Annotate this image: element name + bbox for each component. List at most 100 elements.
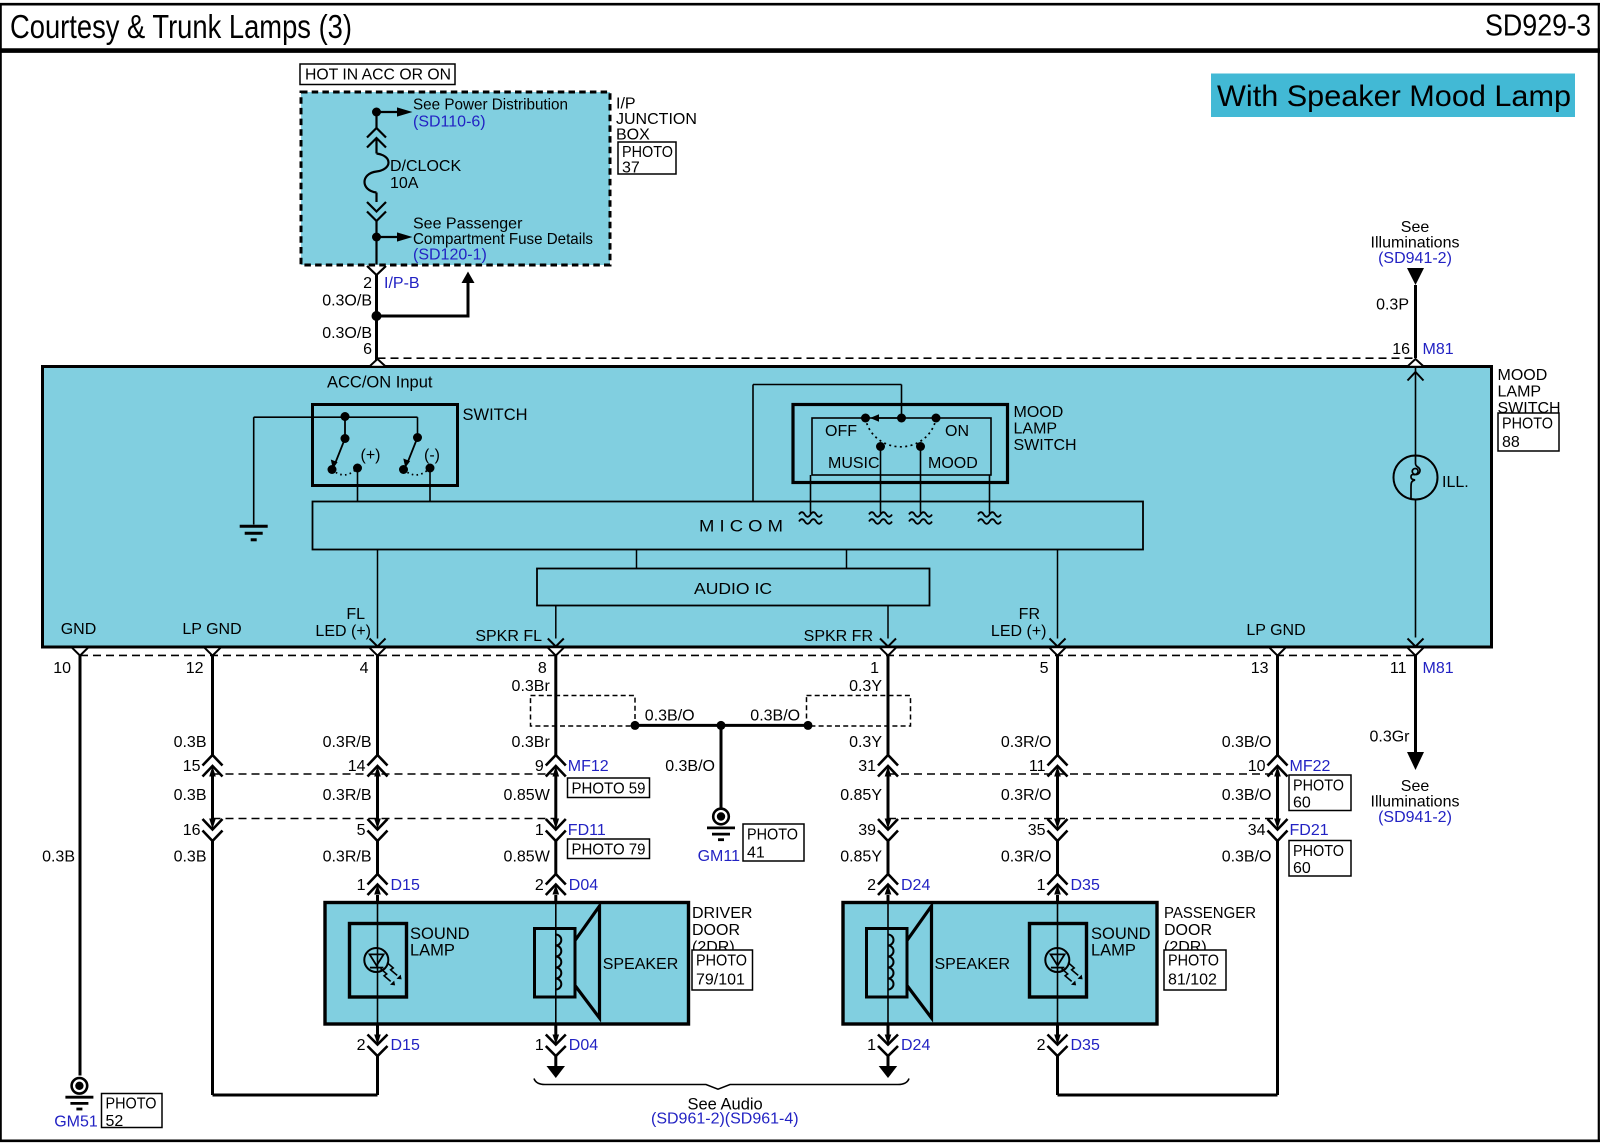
svg-text:0.3O/B: 0.3O/B xyxy=(322,325,372,342)
svg-text:D24: D24 xyxy=(901,877,930,894)
svg-text:ON: ON xyxy=(945,423,969,440)
svg-text:PASSENGER: PASSENGER xyxy=(1164,905,1256,922)
svg-text:I/P: I/P xyxy=(616,96,636,113)
svg-text:1: 1 xyxy=(535,822,544,839)
svg-text:0.85Y: 0.85Y xyxy=(840,787,882,804)
svg-text:1: 1 xyxy=(357,877,366,894)
svg-text:FL: FL xyxy=(346,606,365,623)
svg-text:M81: M81 xyxy=(1423,341,1454,358)
svg-text:15: 15 xyxy=(183,758,201,775)
svg-text:2: 2 xyxy=(1037,1037,1046,1054)
svg-text:GND: GND xyxy=(61,621,97,638)
svg-text:0.3R/O: 0.3R/O xyxy=(1001,787,1052,804)
svg-text:(-): (-) xyxy=(424,447,440,464)
svg-text:MF22: MF22 xyxy=(1290,758,1331,775)
svg-text:0.3B: 0.3B xyxy=(174,734,207,751)
svg-text:D04: D04 xyxy=(569,1037,598,1054)
svg-text:10: 10 xyxy=(53,660,71,677)
svg-text:LAMP: LAMP xyxy=(1014,421,1058,438)
svg-text:PHOTO: PHOTO xyxy=(106,1096,157,1113)
svg-text:0.3P: 0.3P xyxy=(1376,297,1409,314)
svg-text:88: 88 xyxy=(1502,434,1520,451)
svg-text:Illuminations: Illuminations xyxy=(1371,794,1460,811)
svg-text:11: 11 xyxy=(1029,758,1046,775)
svg-text:0.85Y: 0.85Y xyxy=(840,849,882,866)
svg-text:81/102: 81/102 xyxy=(1168,972,1217,989)
svg-text:Courtesy & Trunk Lamps (3): Courtesy & Trunk Lamps (3) xyxy=(10,8,352,45)
svg-text:MUSIC: MUSIC xyxy=(828,455,880,472)
svg-text:SPEAKER: SPEAKER xyxy=(603,956,679,973)
svg-text:ACC/ON Input: ACC/ON Input xyxy=(327,374,433,392)
svg-text:OFF: OFF xyxy=(825,423,857,440)
svg-text:GM51: GM51 xyxy=(54,1114,98,1131)
svg-text:41: 41 xyxy=(747,845,765,862)
svg-text:LED (+): LED (+) xyxy=(315,623,371,640)
svg-text:34: 34 xyxy=(1248,822,1266,839)
svg-text:PHOTO: PHOTO xyxy=(1293,843,1344,860)
svg-text:D/CLOCK: D/CLOCK xyxy=(390,158,461,175)
svg-text:D15: D15 xyxy=(391,1037,420,1054)
svg-text:MOOD: MOOD xyxy=(928,455,978,472)
svg-text:0.3Br: 0.3Br xyxy=(512,734,551,751)
svg-text:0.3R/O: 0.3R/O xyxy=(1001,849,1052,866)
svg-text:0.3B/O: 0.3B/O xyxy=(1222,849,1272,866)
svg-text:0.85W: 0.85W xyxy=(504,787,551,804)
svg-text:SOUND: SOUND xyxy=(1091,925,1151,943)
svg-text:60: 60 xyxy=(1293,795,1311,812)
svg-text:PHOTO: PHOTO xyxy=(1168,953,1219,970)
svg-text:0.3B/O: 0.3B/O xyxy=(750,708,800,725)
svg-text:52: 52 xyxy=(106,1113,124,1130)
svg-text:FD21: FD21 xyxy=(1290,822,1329,839)
svg-text:See: See xyxy=(1401,778,1430,795)
svg-text:I/P-B: I/P-B xyxy=(384,275,420,292)
svg-text:31: 31 xyxy=(858,758,876,775)
svg-text:PHOTO: PHOTO xyxy=(747,827,798,844)
svg-text:LAMP: LAMP xyxy=(410,942,455,960)
svg-text:4: 4 xyxy=(360,660,369,677)
svg-text:16: 16 xyxy=(1392,341,1410,358)
svg-text:9: 9 xyxy=(535,758,544,775)
svg-text:SWITCH: SWITCH xyxy=(1014,437,1077,454)
svg-text:PHOTO 79: PHOTO 79 xyxy=(572,842,646,859)
svg-text:60: 60 xyxy=(1293,860,1311,877)
svg-text:0.3R/O: 0.3R/O xyxy=(1001,734,1052,751)
svg-text:MOOD: MOOD xyxy=(1014,404,1064,421)
svg-text:M I C O M: M I C O M xyxy=(699,517,783,536)
svg-text:0.3O/B: 0.3O/B xyxy=(322,293,372,310)
svg-text:(SD120-1): (SD120-1) xyxy=(413,247,487,264)
svg-text:D04: D04 xyxy=(569,877,598,894)
svg-text:PHOTO: PHOTO xyxy=(622,144,673,161)
svg-text:M81: M81 xyxy=(1423,660,1454,677)
svg-text:AUDIO IC: AUDIO IC xyxy=(694,581,772,598)
svg-text:SPEAKER: SPEAKER xyxy=(935,956,1011,973)
svg-text:0.3B: 0.3B xyxy=(174,849,207,866)
svg-text:1: 1 xyxy=(535,1037,544,1054)
svg-text:ILL.: ILL. xyxy=(1442,474,1469,491)
svg-text:2: 2 xyxy=(357,1037,366,1054)
svg-text:37: 37 xyxy=(622,160,640,177)
svg-text:LP GND: LP GND xyxy=(1246,622,1305,639)
svg-text:JUNCTION: JUNCTION xyxy=(616,111,697,128)
svg-text:1: 1 xyxy=(867,1037,876,1054)
svg-text:16: 16 xyxy=(183,822,201,839)
svg-text:BOX: BOX xyxy=(616,127,650,144)
svg-text:(+): (+) xyxy=(361,447,381,464)
svg-text:With Speaker Mood Lamp: With Speaker Mood Lamp xyxy=(1217,80,1571,113)
svg-text:13: 13 xyxy=(1251,660,1269,677)
svg-text:PHOTO 59: PHOTO 59 xyxy=(572,781,646,798)
svg-text:SOUND: SOUND xyxy=(410,925,470,943)
svg-text:8: 8 xyxy=(538,660,547,677)
svg-text:0.3B: 0.3B xyxy=(42,849,75,866)
svg-text:FD11: FD11 xyxy=(568,822,606,839)
svg-text:0.3R/B: 0.3R/B xyxy=(323,849,372,866)
svg-text:0.3Y: 0.3Y xyxy=(849,734,882,751)
svg-text:D35: D35 xyxy=(1071,1037,1100,1054)
svg-text:LED (+): LED (+) xyxy=(991,623,1047,640)
svg-text:PHOTO: PHOTO xyxy=(1293,778,1344,795)
svg-text:39: 39 xyxy=(858,822,876,839)
svg-text:10A: 10A xyxy=(390,175,419,192)
svg-text:FR: FR xyxy=(1019,606,1040,623)
svg-text:0.3B/O: 0.3B/O xyxy=(1222,734,1272,751)
svg-text:SPKR FL: SPKR FL xyxy=(475,628,542,645)
svg-text:SPKR FR: SPKR FR xyxy=(804,628,873,645)
